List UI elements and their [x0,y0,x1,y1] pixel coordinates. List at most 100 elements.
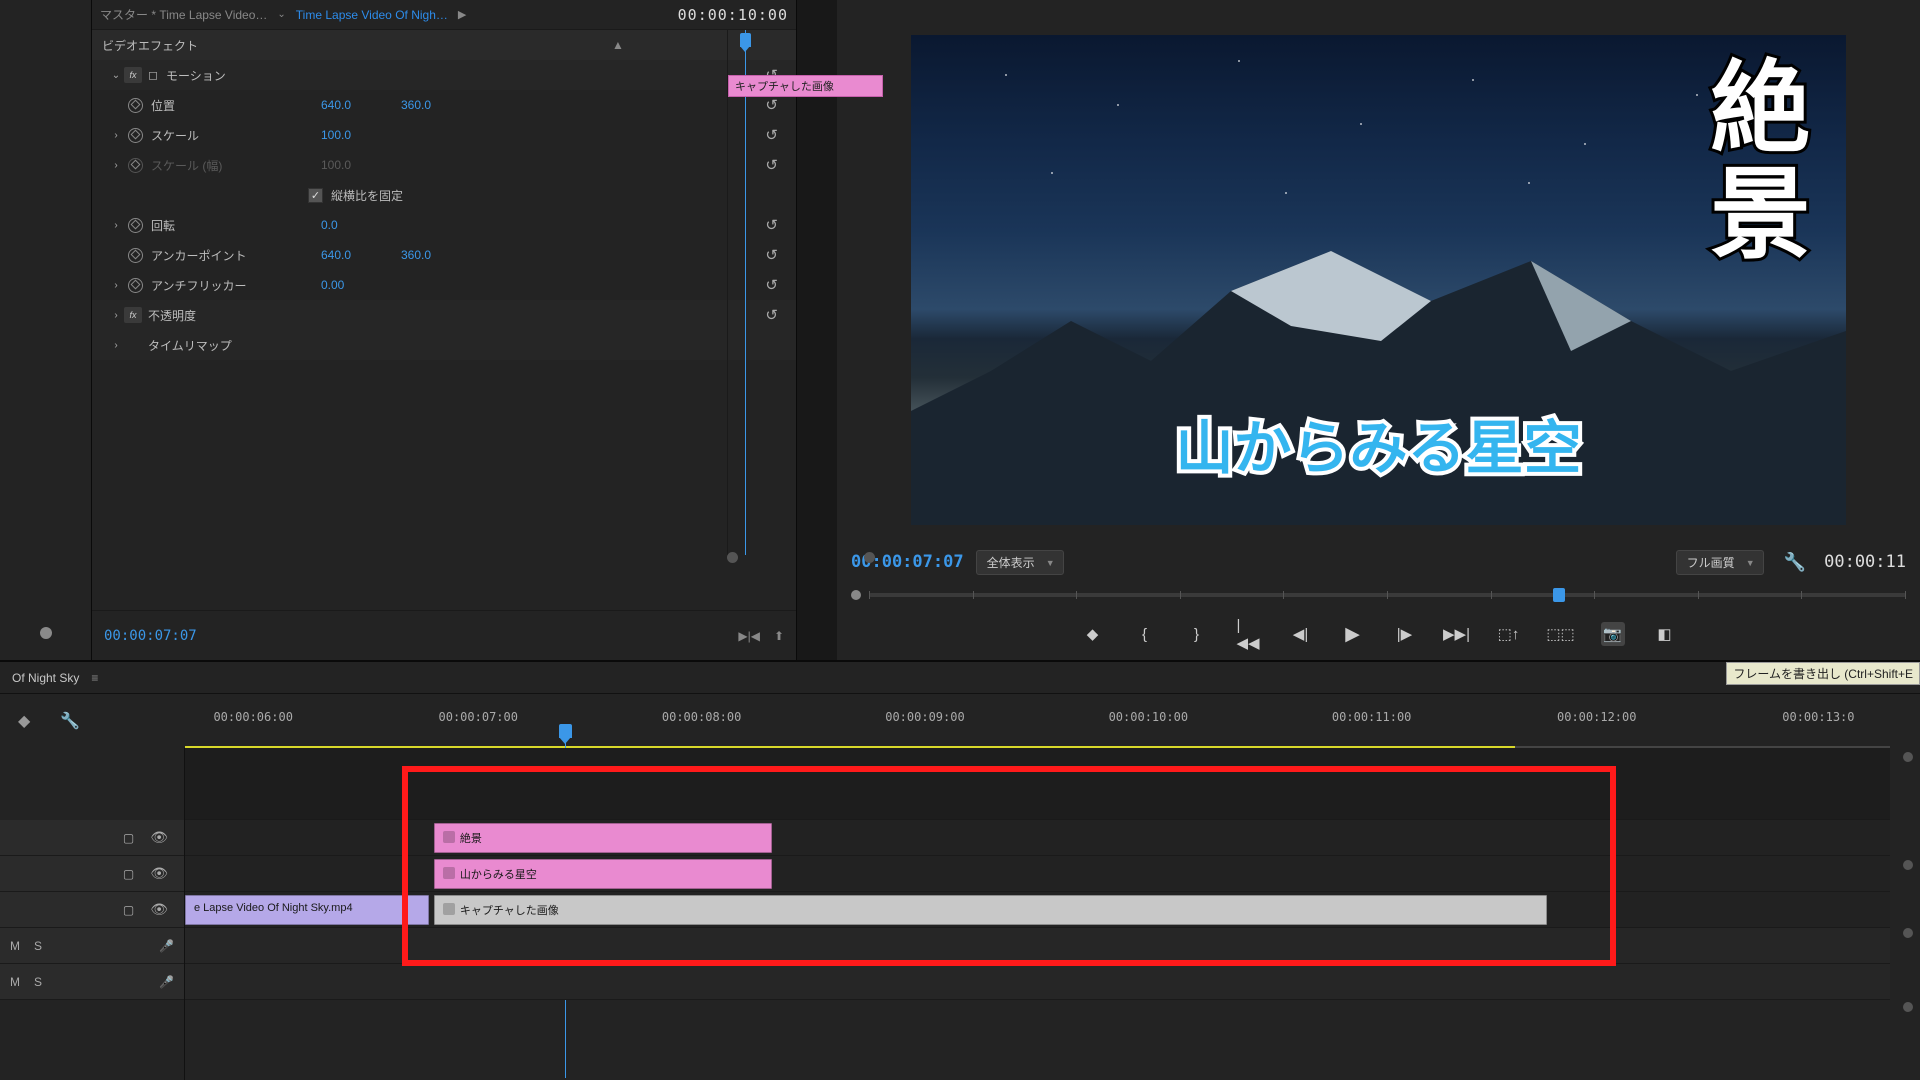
effect-controls-body: キャプチャした画像 ビデオエフェクト ▲ ⌄ fx ◻ モーション ↺ 位置 [92,30,796,610]
loop-icon[interactable]: ▶|◀ [738,629,760,643]
quality-select[interactable]: フル画質 ▼ [1676,550,1764,575]
program-monitor[interactable]: 絶景 山からみる星空 [837,0,1920,542]
track-header-v1[interactable]: ▢👁 [0,892,184,928]
clip-v3[interactable]: 絶景 [434,823,772,853]
track-v1[interactable]: e Lapse Video Of Night Sky.mp4 キャプチャした画像 [185,892,1890,928]
play-icon[interactable]: ▶ [1341,622,1365,646]
track-header-a2[interactable]: MS 🎤 [0,964,184,1000]
chevron-down-icon[interactable]: ⌄ [277,9,285,20]
wrench-icon[interactable]: 🔧 [60,711,80,731]
scale-value[interactable]: 100.0 [321,128,401,142]
keyframe-timeline-strip[interactable]: キャプチャした画像 [727,30,882,555]
fx-badge-icon[interactable]: fx [124,307,142,323]
eye-icon[interactable]: 👁 [150,865,168,882]
lock-slot-icon[interactable]: ▢ [123,867,134,881]
position-y-value[interactable]: 360.0 [401,98,481,112]
horizontal-scrollbar[interactable] [92,553,641,562]
stopwatch-icon[interactable] [128,98,143,113]
rotation-value[interactable]: 0.0 [321,218,401,232]
comparison-icon[interactable]: ◧ [1653,622,1677,646]
stopwatch-icon [128,158,143,173]
clip-v2[interactable]: 山からみる星空 [434,859,772,889]
mic-icon[interactable]: 🎤 [159,939,174,953]
track-header-a1[interactable]: MS 🎤 [0,928,184,964]
sequence-tab[interactable]: Of Night Sky [12,671,79,685]
timeline-playhead-handle[interactable] [559,724,572,738]
solo-toggle[interactable]: S [34,975,42,989]
scrub-track[interactable] [869,593,1906,597]
stopwatch-icon[interactable] [128,278,143,293]
go-to-out-icon[interactable]: ▶▶| [1445,622,1469,646]
anchor-x-value[interactable]: 640.0 [321,248,401,262]
motion-group[interactable]: ⌄ fx ◻ モーション ↺ [92,60,796,90]
out-bracket-icon[interactable]: } [1185,622,1209,646]
footer-timecode[interactable]: 00:00:07:07 [104,628,197,644]
lock-slot-icon[interactable]: ▢ [123,903,134,917]
track-a1[interactable] [185,928,1890,964]
zoom-select[interactable]: 全体表示 ▼ [976,550,1064,575]
mute-toggle[interactable]: M [10,975,20,989]
anchor-y-value[interactable]: 360.0 [401,248,481,262]
clip-breadcrumb[interactable]: Time Lapse Video Of Nigh… [296,8,448,22]
twist-right-icon[interactable]: › [108,280,124,291]
scale-width-value: 100.0 [321,158,401,172]
uniform-scale-checkbox[interactable] [308,188,323,203]
master-breadcrumb[interactable]: マスター * Time Lapse Video… [100,6,267,23]
position-x-value[interactable]: 640.0 [321,98,401,112]
export-frame-icon[interactable]: 📷 [1601,622,1625,646]
scrub-start-dot[interactable] [851,590,861,600]
time-ruler[interactable]: 00:00:06:0000:00:07:0000:00:08:0000:00:0… [185,694,1920,748]
track-a2[interactable] [185,964,1890,1000]
antiflicker-value[interactable]: 0.00 [321,278,401,292]
play-arrow-icon[interactable]: ▶ [458,8,466,21]
twist-right-icon[interactable]: › [108,340,124,351]
settings-dot-icon[interactable] [40,627,52,639]
collapse-arrow-icon[interactable]: ▲ [612,38,626,52]
export-icon[interactable]: ⬆ [774,629,784,643]
twist-right-icon[interactable]: › [108,310,124,321]
keyframe-clip[interactable]: キャプチャした画像 [728,75,883,97]
twist-down-icon[interactable]: ⌄ [108,70,124,81]
lock-slot-icon[interactable]: ▢ [123,831,134,845]
ruler-mark: 00:00:09:00 [885,710,964,724]
eye-icon[interactable]: 👁 [150,829,168,846]
tracks-body[interactable]: 絶景 山からみる星空 e Lapse Video Of Night Sky.mp… [185,748,1920,1080]
track-header-v2[interactable]: ▢👁 [0,856,184,892]
lift-icon[interactable]: ⬚↑ [1497,622,1521,646]
wrench-icon[interactable]: 🔧 [1784,552,1806,573]
fx-badge-icon[interactable]: fx [124,67,142,83]
video-effects-section[interactable]: ビデオエフェクト ▲ [92,30,796,60]
vertical-scrollbar[interactable] [1902,752,1914,1076]
stopwatch-icon[interactable] [128,248,143,263]
twist-right-icon[interactable]: › [108,220,124,231]
program-scrubber-row [837,582,1920,608]
extract-icon[interactable]: ⬚⬚ [1549,622,1573,646]
solo-toggle[interactable]: S [34,939,42,953]
transform-icon[interactable]: ◻ [148,68,158,82]
clip-v1b[interactable]: キャプチャした画像 [434,895,1547,925]
mic-icon[interactable]: 🎤 [159,975,174,989]
twist-right-icon[interactable]: › [108,130,124,141]
mark-in-icon[interactable]: ◆ [1081,622,1105,646]
prop-label: スケール [151,127,321,144]
track-header-v3[interactable]: ▢👁 [0,820,184,856]
time-remap-group[interactable]: › タイムリマップ [92,330,796,360]
marker-icon[interactable]: ◆ [18,711,30,731]
step-back-icon[interactable]: ◀| [1289,622,1313,646]
in-bracket-icon[interactable]: { [1133,622,1157,646]
stopwatch-icon[interactable] [128,218,143,233]
track-v2[interactable]: 山からみる星空 [185,856,1890,892]
mute-toggle[interactable]: M [10,939,20,953]
eye-icon[interactable]: 👁 [150,901,168,918]
track-v3[interactable]: 絶景 [185,820,1890,856]
prop-label: 縦横比を固定 [331,187,501,204]
go-to-in-icon[interactable]: |◀◀ [1237,622,1261,646]
tracks-area: ▢👁 ▢👁 ▢👁 MS🎤 MS🎤 絶景 山からみる星空 e Lapse Vide… [0,748,1920,1080]
step-forward-icon[interactable]: |▶ [1393,622,1417,646]
opacity-group[interactable]: › fx 不透明度 ↺ [92,300,796,330]
panel-menu-icon[interactable]: ≡ [91,671,99,685]
clip-label: e Lapse Video Of Night Sky.mp4 [194,902,353,914]
clip-v1a[interactable]: e Lapse Video Of Night Sky.mp4 [185,895,429,925]
scrub-handle[interactable] [1553,588,1565,602]
stopwatch-icon[interactable] [128,128,143,143]
